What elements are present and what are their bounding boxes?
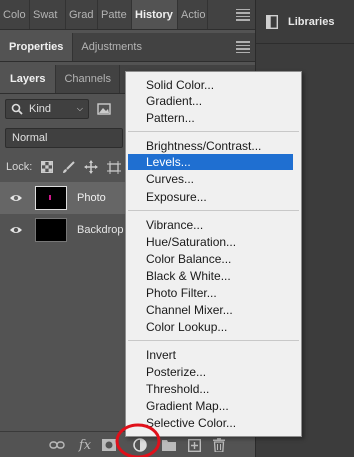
menu-item-black-white[interactable]: Black & White... xyxy=(126,268,301,284)
tab-patterns[interactable]: Patte xyxy=(98,0,132,29)
filter-kind-label: Kind xyxy=(29,103,52,115)
fx-icon[interactable]: fx xyxy=(76,436,94,454)
menu-separator xyxy=(128,210,299,211)
new-layer-icon[interactable] xyxy=(185,437,203,453)
tab-history[interactable]: History xyxy=(132,0,178,29)
properties-tabbar: Properties Adjustments xyxy=(0,33,255,62)
eye-icon[interactable] xyxy=(9,193,23,203)
menu-item-posterize[interactable]: Posterize... xyxy=(126,364,301,380)
menu-item-photo-filter[interactable]: Photo Filter... xyxy=(126,285,301,301)
menu-item-solid-color[interactable]: Solid Color... xyxy=(126,77,301,93)
menu-item-levels[interactable]: Levels... xyxy=(128,154,293,170)
tab-adjustments[interactable]: Adjustments xyxy=(73,33,150,61)
lock-artboard-icon[interactable] xyxy=(107,160,122,174)
menu-item-brightness-contrast[interactable]: Brightness/Contrast... xyxy=(126,138,301,154)
menu-item-gradient[interactable]: Gradient... xyxy=(126,93,301,109)
lock-label: Lock: xyxy=(6,161,33,173)
tab-color[interactable]: Colo xyxy=(0,0,30,29)
layer-name[interactable]: Backdrop xyxy=(77,224,123,236)
tab-layers[interactable]: Layers xyxy=(0,65,57,93)
tab-properties[interactable]: Properties xyxy=(0,33,74,61)
adjustment-layer-menu: Solid Color... Gradient... Pattern... Br… xyxy=(125,71,302,437)
eye-icon[interactable] xyxy=(9,225,23,235)
libraries-icon xyxy=(266,14,278,29)
menu-item-pattern[interactable]: Pattern... xyxy=(126,110,301,126)
image-filter-icon[interactable] xyxy=(97,103,111,115)
blend-mode-value: Normal xyxy=(12,132,48,144)
search-icon xyxy=(11,103,23,115)
blend-mode-dropdown[interactable]: Normal xyxy=(5,128,123,148)
menu-item-hue-saturation[interactable]: Hue/Saturation... xyxy=(126,234,301,250)
lock-image-pixels-icon[interactable] xyxy=(62,160,76,174)
layer-thumbnail xyxy=(35,186,67,210)
menu-item-exposure[interactable]: Exposure... xyxy=(126,189,301,205)
properties-menu-icon[interactable] xyxy=(236,33,250,61)
menu-item-curves[interactable]: Curves... xyxy=(126,171,301,187)
menu-item-color-balance[interactable]: Color Balance... xyxy=(126,251,301,267)
libraries-header[interactable]: Libraries xyxy=(256,0,354,44)
menu-separator xyxy=(128,340,299,341)
tab-swatches[interactable]: Swat xyxy=(30,0,66,29)
top-panel-tabbar: Colo Swat Grad Patte History Actio xyxy=(0,0,255,30)
layer-thumbnail xyxy=(35,218,67,242)
menu-item-threshold[interactable]: Threshold... xyxy=(126,381,301,397)
link-icon[interactable] xyxy=(48,437,66,453)
menu-item-color-lookup[interactable]: Color Lookup... xyxy=(126,319,301,335)
annotation-circle xyxy=(115,423,161,457)
menu-separator xyxy=(128,131,299,132)
menu-item-channel-mixer[interactable]: Channel Mixer... xyxy=(126,302,301,318)
chevron-down-icon: ⌵ xyxy=(76,104,83,113)
menu-item-invert[interactable]: Invert xyxy=(126,347,301,363)
libraries-title: Libraries xyxy=(288,15,335,28)
lock-transparent-pixels-icon[interactable] xyxy=(41,161,54,173)
tab-channels[interactable]: Channels xyxy=(56,65,120,93)
panel-menu-icon[interactable] xyxy=(236,0,250,29)
layer-name[interactable]: Photo xyxy=(77,192,106,204)
trash-icon[interactable] xyxy=(210,436,228,454)
tab-gradients[interactable]: Grad xyxy=(66,0,98,29)
menu-item-vibrance[interactable]: Vibrance... xyxy=(126,217,301,233)
menu-item-gradient-map[interactable]: Gradient Map... xyxy=(126,398,301,414)
lock-position-icon[interactable] xyxy=(84,160,99,174)
tab-actions[interactable]: Actio xyxy=(178,0,208,29)
filter-kind-dropdown[interactable]: Kind ⌵ xyxy=(5,99,89,119)
